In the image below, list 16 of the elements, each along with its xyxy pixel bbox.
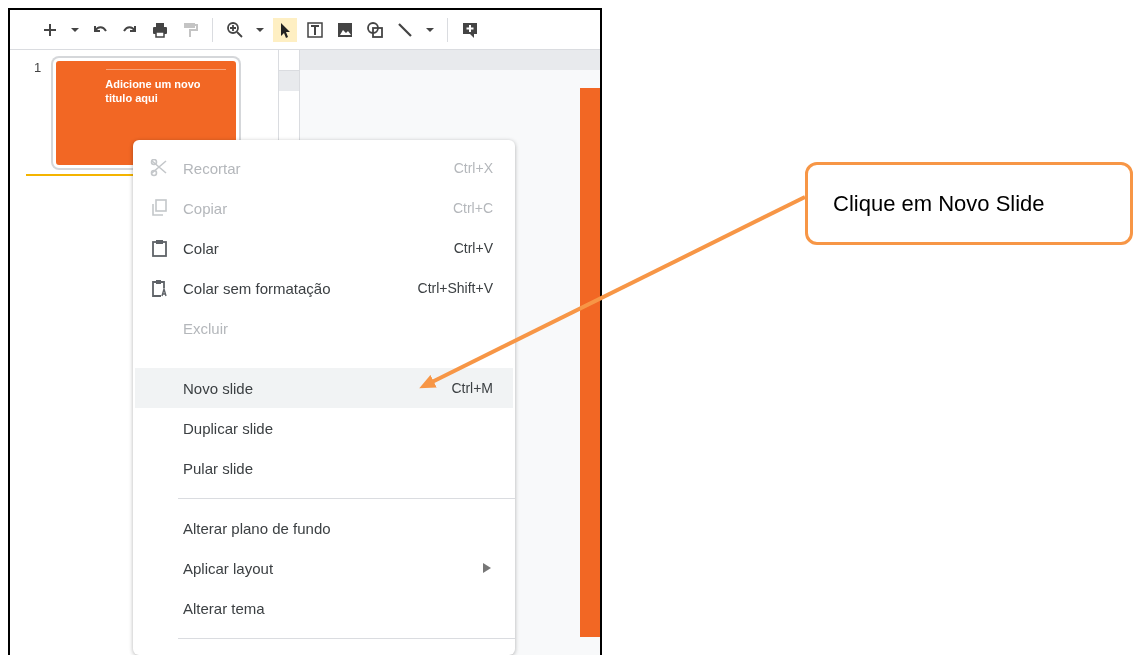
menu-item[interactable]: Colar Ctrl+V (135, 228, 513, 268)
copy-icon (150, 199, 168, 217)
pointer-icon[interactable] (273, 17, 297, 42)
menu-item[interactable]: Novo slide Ctrl+M (135, 368, 513, 408)
menu-item[interactable]: Alterar plano de fundo (135, 508, 513, 548)
clipboard-icon (150, 239, 168, 257)
menu-item[interactable]: Pular slide (135, 448, 513, 488)
scissors-icon (150, 159, 168, 177)
menu-item[interactable]: Duplicar slide (135, 408, 513, 448)
callout-text: Clique em Novo Slide (833, 190, 1045, 217)
slide-title: Adicione um novo titulo aqui (105, 77, 202, 105)
menu-item[interactable]: Alterar tema (135, 588, 513, 628)
slide-number: 1 (34, 60, 42, 77)
menu-item[interactable]: Aplicar layout (135, 548, 513, 588)
menu-item[interactable]: Colar sem formatação Ctrl+Shift+V (135, 268, 513, 308)
clipboard-text-icon (150, 279, 168, 297)
